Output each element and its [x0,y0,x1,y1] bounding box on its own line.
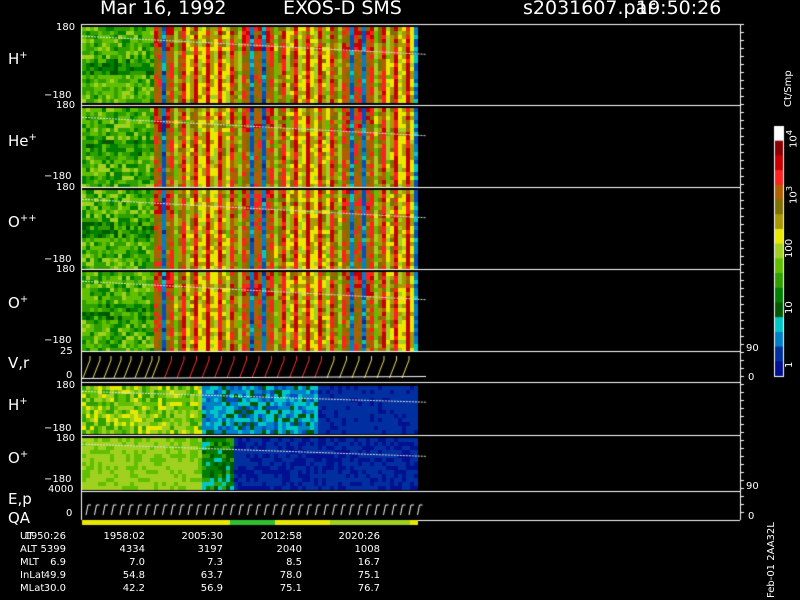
ephemeris-value: 1950:26 [24,531,66,542]
tick-ep-max: 4000 [48,484,74,495]
colorbar-tick-100: 100 [784,238,795,258]
panel-label-qa: QA [8,509,31,527]
ephemeris-value: 3197 [197,544,223,555]
tick-h-max: 180 [56,22,76,33]
colorbar-tick-10: 10 [784,301,795,314]
ephemeris-value: 5399 [40,544,66,555]
tick-op-max: 180 [56,264,76,275]
colorbar-tick-1: 1 [784,361,795,368]
footer-code: Feb-01 2AA32L [766,522,777,598]
tick-ep-right-min: 0 [748,511,755,522]
tick-opp-max: 180 [56,182,76,193]
colorbar-unit: Ct/Smp [783,70,794,107]
ephemeris-value: 78.0 [279,570,302,581]
ephemeris-value: 8.5 [286,557,302,568]
panel-label-o2: O+ [8,449,29,467]
panel-label-opp: O++ [8,213,37,231]
panel-label-h: H+ [8,50,28,68]
spectrogram-plot [0,0,800,600]
tick-vr-right-max: 90 [746,343,759,354]
ephemeris-value: 7.0 [129,557,145,568]
header-time: 19:50:26 [636,0,722,19]
panel-label-vr: V,r [8,354,30,372]
tick-o2-max: 180 [56,433,76,444]
ephemeris-value: 2012:58 [260,531,302,542]
panel-label-h2: H+ [8,396,28,414]
header-date: Mar 16, 1992 [100,0,227,19]
tick-he-max: 180 [56,100,76,111]
colorbar-tick-1e3: 103 [784,185,800,204]
tick-he-min: −180 [44,171,72,182]
tick-vr-max: 25 [60,346,73,357]
panel-label-ep: E,p [8,490,32,508]
ephemeris-value: 63.7 [200,570,223,581]
ephemeris-value: 54.8 [122,570,145,581]
tick-h2-max: 180 [56,380,76,391]
tick-vr-right-min: 0 [748,372,755,383]
colorbar-tick-1e4: 104 [784,129,800,148]
header-instrument: EXOS-D SMS [283,0,402,19]
ephemeris-value: 75.1 [357,570,380,581]
tick-op-min: −180 [44,335,72,346]
ephemeris-value: 2040 [276,544,302,555]
ephemeris-value: 1008 [354,544,380,555]
ephemeris-value: 49.9 [43,570,66,581]
ephemeris-value: 75.1 [279,583,302,594]
ephemeris-value: 30.0 [43,583,66,594]
ephemeris-value: 56.9 [200,583,223,594]
panel-label-op: O+ [8,294,29,312]
ephemeris-value: 1958:02 [103,531,145,542]
ephemeris-value: 6.9 [50,557,66,568]
ephemeris-value: 42.2 [122,583,145,594]
tick-ep-min: 0 [66,508,73,519]
ephemeris-value: 2005:30 [181,531,223,542]
panel-label-he: He+ [8,132,37,150]
ephemeris-value: 4334 [119,544,145,555]
ephemeris-value: 2020:26 [338,531,380,542]
ephemeris-value: 76.7 [357,583,380,594]
tick-ep-right-max: 90 [746,481,759,492]
ephemeris-value: 16.7 [357,557,380,568]
ephemeris-value: 7.3 [207,557,223,568]
